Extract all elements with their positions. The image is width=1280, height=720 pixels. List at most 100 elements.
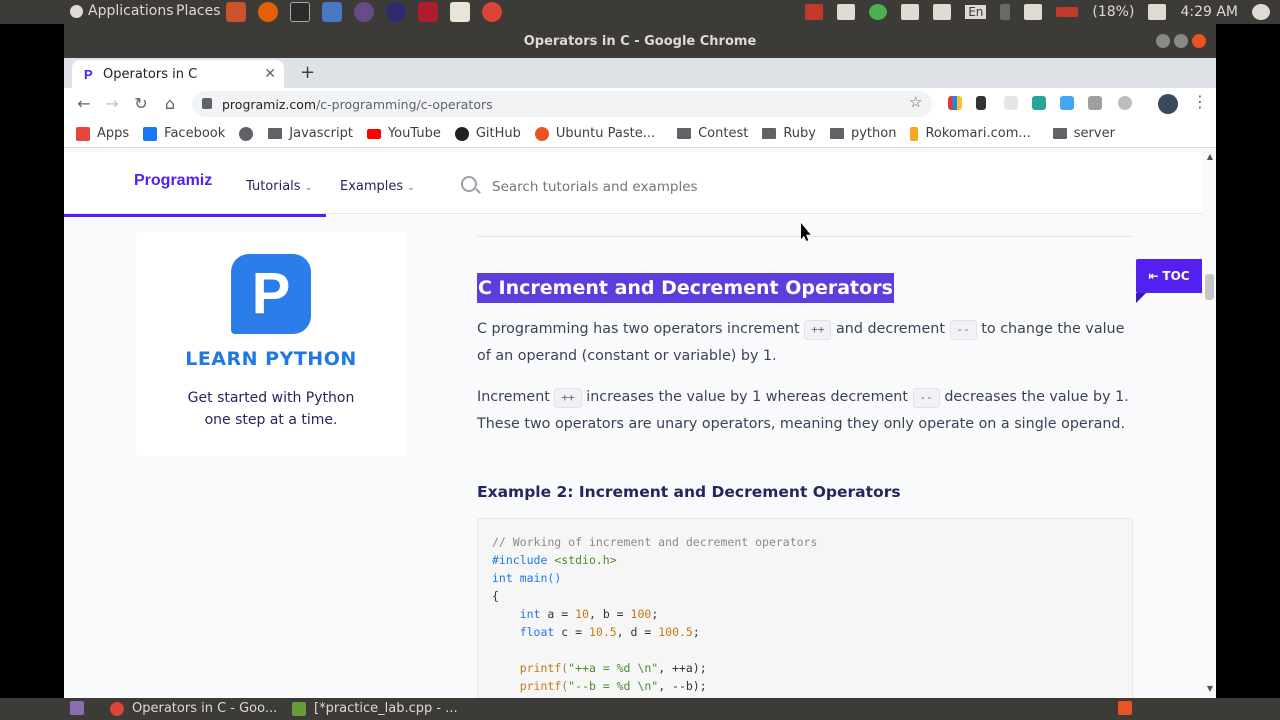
search-input[interactable] — [492, 176, 932, 198]
bookmark-contest[interactable]: Contest — [677, 126, 748, 141]
extension-2-icon[interactable] — [1004, 96, 1018, 110]
places-menu[interactable]: Places — [176, 3, 221, 19]
bookmark-server[interactable]: server — [1052, 126, 1115, 141]
site-header: Programiz Tutorials ⌄ Examples ⌄ — [64, 152, 1202, 217]
applications-menu[interactable]: Applications — [88, 3, 174, 19]
terminal-launcher-icon[interactable] — [290, 2, 310, 22]
slack-launcher-icon[interactable] — [354, 2, 374, 22]
lock-icon[interactable] — [202, 98, 212, 109]
forward-icon[interactable]: → — [102, 94, 122, 113]
show-desktop-button[interactable] — [70, 701, 92, 715]
chrome-menu-icon[interactable]: ⋮ — [1192, 92, 1208, 111]
bookmark-facebook[interactable]: Facebook — [143, 126, 225, 141]
tab-operators-in-c[interactable]: P Operators in C ✕ — [72, 60, 284, 88]
files-launcher-icon[interactable] — [226, 2, 246, 22]
folder-icon — [268, 128, 283, 139]
bookmark-apps[interactable]: Apps — [76, 126, 129, 141]
desktop-icon — [70, 701, 84, 715]
section-heading: C Increment and Decrement Operators — [477, 273, 894, 303]
firefox-launcher-icon[interactable] — [258, 2, 278, 22]
editor-icon — [292, 701, 306, 716]
home-icon[interactable]: ⌂ — [160, 94, 180, 113]
web-page: Programiz Tutorials⌄ Examples⌄ P LEARN P… — [64, 148, 1216, 698]
keyboard-layout-indicator[interactable]: En — [965, 5, 987, 19]
workspace-switcher[interactable] — [1118, 701, 1140, 715]
battery-percent: (18%) — [1092, 4, 1135, 20]
inline-code: ++ — [804, 320, 832, 340]
paragraph-1: C programming has two operators incremen… — [477, 320, 1125, 364]
url-host: programiz.com — [222, 96, 317, 112]
examples-menu[interactable]: Examples ⌄ — [340, 179, 415, 194]
profile-avatar[interactable] — [1158, 94, 1178, 114]
programiz-logo[interactable]: Programiz — [134, 172, 212, 190]
code-block[interactable]: // Working of increment and decrement op… — [477, 518, 1133, 698]
search-icon[interactable] — [461, 176, 477, 192]
clock[interactable]: 4:29 AM — [1180, 4, 1238, 20]
address-bar[interactable]: programiz.com/c-programming/c-operators — [192, 91, 932, 117]
chrome-tray-icon[interactable] — [869, 4, 888, 20]
bookmark-python[interactable]: python — [829, 126, 896, 141]
tutorials-menu[interactable]: Tutorials ⌄ — [246, 179, 312, 194]
taskbar-item-chrome[interactable]: Operators in C - Goo... — [110, 701, 277, 716]
chrome-launcher-icon[interactable] — [482, 2, 502, 22]
chrome-icon — [110, 701, 124, 716]
slack-tray-icon[interactable] — [901, 4, 920, 20]
reload-icon[interactable]: ↻ — [131, 94, 151, 113]
scroll-down-icon[interactable]: ▼ — [1207, 684, 1213, 693]
settings-gear-icon[interactable] — [1252, 4, 1270, 20]
bookmark-github[interactable]: GitHub — [454, 126, 521, 141]
inline-code: -- — [912, 388, 940, 408]
video-record-icon[interactable] — [805, 4, 824, 20]
new-tab-button[interactable]: + — [300, 62, 315, 83]
bookmark-globe[interactable] — [239, 126, 260, 141]
bookmark-star-icon[interactable]: ☆ — [909, 93, 922, 111]
python-p-logo: P — [231, 254, 311, 334]
battery-icon[interactable] — [1056, 7, 1079, 17]
taskbar-item-editor[interactable]: [*practice_lab.cpp - ... — [292, 701, 458, 716]
git-launcher-icon[interactable] — [322, 2, 342, 22]
extension-1-icon[interactable] — [948, 96, 962, 110]
url-path: /c-programming/c-operators — [316, 96, 493, 112]
eclipse-launcher-icon[interactable] — [386, 2, 406, 22]
bookmark-ubuntu-paste[interactable]: Ubuntu Paste... — [534, 126, 655, 141]
extension-json-icon[interactable] — [1088, 96, 1102, 110]
download-extension-icon[interactable] — [976, 96, 986, 110]
close-tab-icon[interactable]: ✕ — [264, 66, 276, 82]
youtube-icon — [366, 128, 381, 139]
facebook-icon — [143, 126, 158, 141]
toc-button[interactable]: ⇤ TOC — [1136, 259, 1202, 293]
bottom-taskbar: Operators in C - Goo... [*practice_lab.c… — [0, 698, 1280, 720]
extension-f-icon[interactable] — [1060, 96, 1074, 110]
bookmark-rokomari[interactable]: Rokomari.com... — [910, 126, 1031, 141]
bookmark-javascript[interactable]: Javascript — [268, 126, 353, 141]
promo-title: LEARN PYTHON — [185, 348, 357, 370]
text-editor-launcher-icon[interactable] — [450, 2, 470, 22]
wifi-icon[interactable] — [933, 4, 952, 20]
workspace-icon — [1118, 701, 1132, 715]
folder-icon — [762, 128, 777, 139]
scroll-up-icon[interactable]: ▲ — [1207, 152, 1213, 161]
extension-n-icon[interactable] — [1032, 96, 1046, 110]
promo-text: Get started with Python one step at a ti… — [187, 390, 355, 428]
bookmark-ruby[interactable]: Ruby — [762, 126, 816, 141]
programiz-favicon-icon: P — [84, 67, 93, 82]
reading-progress-bar — [64, 214, 326, 217]
example-heading: Example 2: Increment and Decrement Opera… — [477, 483, 901, 501]
dropbox-icon[interactable] — [837, 4, 856, 20]
bluetooth-icon[interactable] — [1000, 4, 1011, 20]
rubymine-launcher-icon[interactable] — [418, 2, 438, 22]
maximize-button[interactable] — [1174, 34, 1188, 48]
window-title-bar[interactable]: Operators in C - Google Chrome — [64, 24, 1216, 58]
volume-icon[interactable] — [1148, 4, 1167, 20]
mail-icon[interactable] — [1024, 4, 1043, 20]
inline-code: ++ — [554, 388, 582, 408]
bookmark-youtube[interactable]: YouTube — [366, 126, 441, 141]
close-window-button[interactable] — [1192, 34, 1206, 48]
scrollbar[interactable]: ▲ ▼ — [1202, 148, 1216, 698]
scrollbar-thumb[interactable] — [1205, 274, 1214, 300]
minimize-button[interactable] — [1156, 34, 1170, 48]
extension-globe-icon[interactable] — [1118, 96, 1132, 110]
learn-python-promo[interactable]: P LEARN PYTHON Get started with Python o… — [136, 232, 406, 456]
folder-icon — [1052, 128, 1067, 139]
back-icon[interactable]: ← — [74, 94, 94, 113]
